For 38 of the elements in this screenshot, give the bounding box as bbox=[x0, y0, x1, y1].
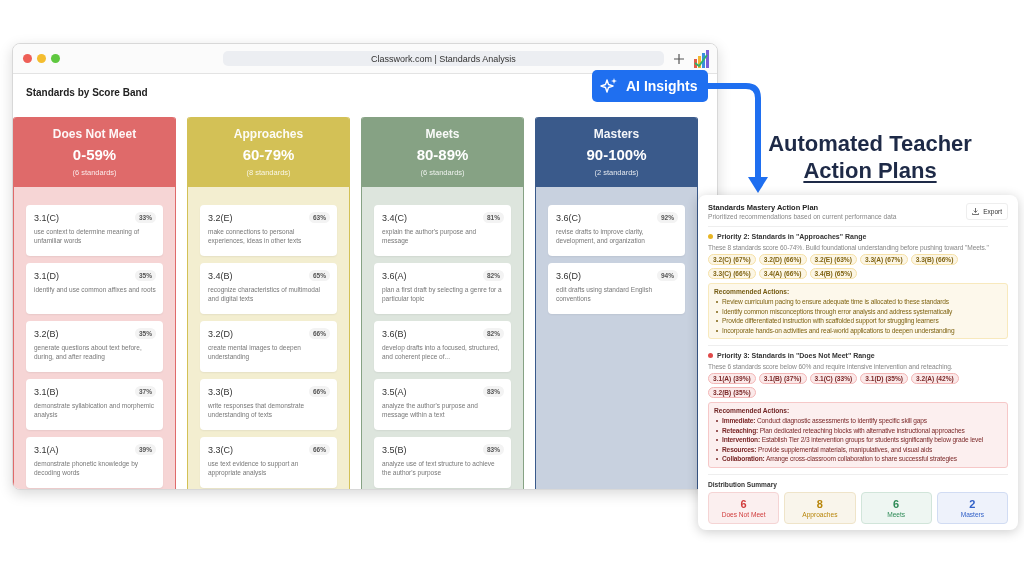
standard-code: 3.2(E) bbox=[208, 212, 233, 223]
standard-code: 3.1(C) bbox=[34, 212, 59, 223]
band-range: 0-59% bbox=[72, 146, 117, 163]
standard-code: 3.5(A) bbox=[382, 386, 407, 397]
band-title: Approaches bbox=[233, 127, 304, 141]
bar-chart-icon[interactable] bbox=[694, 49, 709, 68]
standard-code: 3.2(D) bbox=[208, 328, 233, 339]
standard-code: 3.3(B) bbox=[208, 386, 233, 397]
ai-insights-button[interactable]: AI Insights bbox=[592, 70, 708, 102]
standard-code: 3.6(A) bbox=[382, 270, 407, 281]
summary-count: 2 bbox=[969, 497, 976, 510]
standard-code: 3.6(D) bbox=[556, 270, 581, 281]
download-icon bbox=[972, 208, 980, 215]
standard-code: 3.4(C) bbox=[382, 212, 407, 223]
band-range: 90-100% bbox=[586, 146, 647, 163]
band-title: Meets bbox=[425, 127, 460, 141]
summary-count: 6 bbox=[893, 497, 900, 510]
standard-code: 3.4(B) bbox=[208, 270, 233, 281]
band-range: 80-89% bbox=[416, 146, 469, 163]
standard-code: 3.6(B) bbox=[382, 328, 407, 339]
standard-code: 3.3(C) bbox=[208, 444, 233, 455]
section-heading: Standards by Score Band bbox=[25, 86, 148, 100]
band-title: Masters bbox=[593, 127, 640, 141]
sparkle-icon bbox=[600, 77, 618, 95]
plus-icon[interactable] bbox=[674, 53, 684, 64]
standard-code: 3.6(C) bbox=[556, 212, 581, 223]
summary-count: 8 bbox=[816, 497, 823, 510]
standard-code: 3.1(B) bbox=[34, 386, 59, 397]
standard-code: 3.1(A) bbox=[34, 444, 59, 455]
headline-text: Automated Teacher bbox=[768, 130, 972, 157]
standard-code: 3.5(B) bbox=[382, 444, 407, 455]
band-title: Does Not Meet bbox=[52, 127, 137, 141]
headline-text: Action Plans bbox=[803, 157, 937, 184]
address-bar[interactable]: Classwork.com | Standards Analysis bbox=[222, 51, 664, 66]
standard-code: 3.1(D) bbox=[34, 270, 59, 281]
summary-count: 6 bbox=[740, 497, 747, 510]
standard-code: 3.2(B) bbox=[34, 328, 59, 339]
band-range: 60-79% bbox=[242, 146, 295, 163]
